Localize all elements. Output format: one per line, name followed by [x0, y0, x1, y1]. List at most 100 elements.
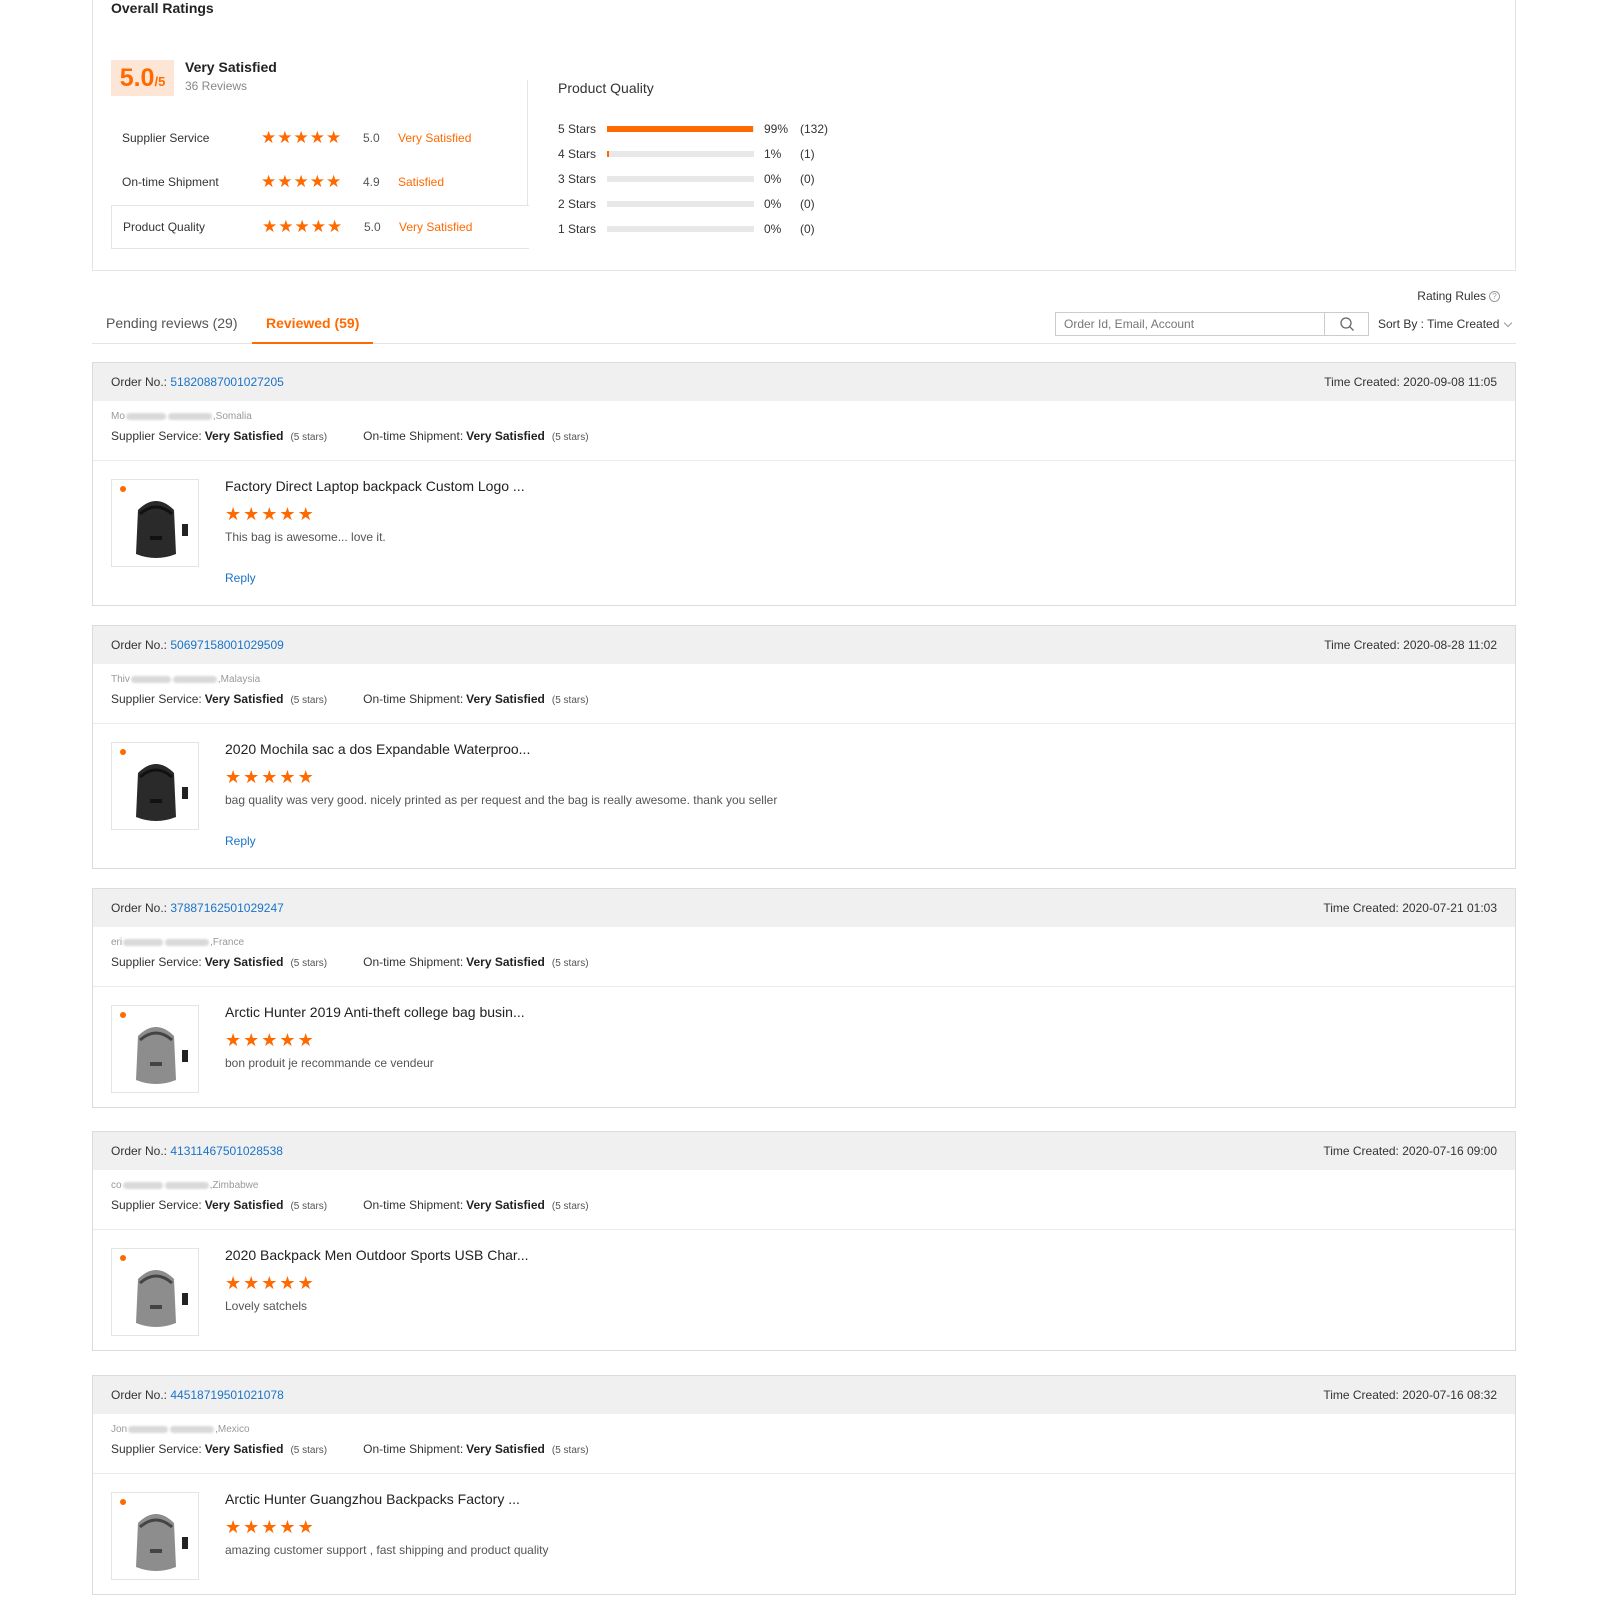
review-card: Order No.: 37887162501029247 Time Create…: [92, 888, 1516, 1108]
product-thumbnail[interactable]: [111, 479, 199, 567]
search-input[interactable]: [1056, 313, 1324, 335]
star-icon: ★: [261, 127, 277, 148]
metric-supplier-service[interactable]: Supplier Service ★ ★ ★ ★ ★ 5.0 Very Satisfie…: [111, 116, 529, 160]
star-icon: ★: [327, 216, 343, 237]
star-icon: ★: [279, 1030, 296, 1051]
reply-link[interactable]: Reply: [225, 834, 256, 848]
order-number-link[interactable]: 41311467501028538: [170, 1144, 283, 1158]
distribution-bar-fill: [607, 126, 753, 132]
distribution-label: 3 Stars: [558, 172, 597, 186]
time-created-label: Time Created:: [1323, 901, 1399, 915]
distribution-row: 5 Stars 99% (132): [558, 121, 828, 137]
order-number-row: Order No.: 41311467501028538: [111, 1144, 283, 1158]
product-title[interactable]: Arctic Hunter 2019 Anti-theft college ba…: [225, 1004, 525, 1020]
star-icon: ★: [243, 1273, 260, 1294]
ontime-shipment-stars: (5 stars): [551, 695, 589, 706]
buyer-name-prefix: eri: [111, 937, 123, 948]
buyer-country: ,Somalia: [212, 411, 252, 422]
review-body: Arctic Hunter 2019 Anti-theft college ba…: [93, 987, 1515, 1107]
star-icon: ★: [261, 1517, 278, 1538]
distribution-row: 2 Stars 0% (0): [558, 196, 815, 212]
distribution-bar-fill: [607, 151, 609, 157]
search-button[interactable]: [1324, 313, 1368, 335]
tab-reviewed[interactable]: Reviewed (59): [252, 305, 374, 344]
metric-ontime-shipment[interactable]: On-time Shipment ★ ★ ★ ★ ★ 4.9 Satisfied: [111, 160, 529, 204]
order-label: Order No.:: [111, 1388, 168, 1402]
product-title[interactable]: 2020 Backpack Men Outdoor Sports USB Cha…: [225, 1247, 529, 1263]
sort-label: Sort By : Time Created: [1378, 317, 1500, 331]
supplier-service-label: Supplier Service:: [111, 1442, 202, 1456]
product-title[interactable]: 2020 Mochila sac a dos Expandable Waterp…: [225, 741, 530, 757]
redacted-text: [123, 939, 164, 946]
time-created-label: Time Created:: [1324, 638, 1400, 652]
metric-value: 5.0: [363, 131, 380, 145]
star-icon: ★: [262, 216, 278, 237]
product-thumbnail[interactable]: [111, 1492, 199, 1580]
order-label: Order No.:: [111, 375, 168, 389]
redacted-text: [165, 939, 210, 946]
review-text: bag quality was very good. nicely printe…: [225, 793, 778, 807]
star-icon: ★: [297, 1030, 314, 1051]
time-created-label: Time Created:: [1323, 1388, 1399, 1402]
ontime-shipment-label: On-time Shipment:: [363, 1442, 464, 1456]
time-created-value: 2020-08-28 11:02: [1403, 638, 1497, 652]
metric-stars: ★ ★ ★ ★ ★: [262, 216, 364, 237]
order-number-link[interactable]: 37887162501029247: [170, 901, 283, 915]
backpack-gray-icon: [112, 1006, 198, 1092]
order-number-link[interactable]: 51820887001027205: [170, 375, 283, 389]
star-icon: ★: [294, 216, 310, 237]
order-number-link[interactable]: 44518719501021078: [170, 1388, 283, 1402]
time-created-value: 2020-09-08 11:05: [1403, 375, 1497, 389]
star-icon: ★: [243, 504, 260, 525]
product-rating-stars: ★ ★ ★ ★ ★: [225, 1519, 314, 1537]
review-card-header: Order No.: 37887162501029247 Time Create…: [93, 889, 1515, 927]
buyer-name: Mo ,Somalia: [111, 411, 1497, 422]
buyer-ratings: Supplier Service: Very Satisfied (5 star…: [111, 1198, 1497, 1212]
metric-label: Very Satisfied: [399, 220, 473, 234]
star-icon: ★: [225, 1273, 242, 1294]
reply-link[interactable]: Reply: [225, 571, 256, 585]
backpack-black-icon: [112, 743, 198, 829]
ontime-shipment-label: On-time Shipment:: [363, 692, 464, 706]
order-number-row: Order No.: 51820887001027205: [111, 375, 284, 389]
distribution-bar: [607, 226, 754, 232]
distribution-percent: 0%: [764, 197, 782, 211]
redacted-text: [167, 413, 212, 420]
review-body: Arctic Hunter Guangzhou Backpacks Factor…: [93, 1474, 1515, 1594]
product-rating-stars: ★ ★ ★ ★ ★: [225, 1275, 314, 1293]
time-created-value: 2020-07-16 08:32: [1402, 1388, 1497, 1402]
product-thumbnail[interactable]: [111, 742, 199, 830]
metric-value: 5.0: [364, 220, 381, 234]
star-icon: ★: [243, 1030, 260, 1051]
product-rating-stars: ★ ★ ★ ★ ★: [225, 1032, 314, 1050]
star-icon: ★: [326, 171, 342, 192]
star-icon: ★: [278, 216, 294, 237]
buyer-ratings: Supplier Service: Very Satisfied (5 star…: [111, 429, 1497, 443]
sort-dropdown[interactable]: Sort By : Time Created: [1378, 317, 1513, 331]
star-icon: ★: [279, 1273, 296, 1294]
product-title[interactable]: Factory Direct Laptop backpack Custom Lo…: [225, 478, 525, 494]
product-thumbnail[interactable]: [111, 1005, 199, 1093]
distribution-percent: 0%: [764, 222, 782, 236]
order-number-link[interactable]: 50697158001029509: [170, 638, 283, 652]
search-icon: [1339, 317, 1354, 331]
star-icon: ★: [279, 767, 296, 788]
product-title[interactable]: Arctic Hunter Guangzhou Backpacks Factor…: [225, 1491, 520, 1507]
metric-label: Very Satisfied: [398, 131, 472, 145]
backpack-gray-icon: [112, 1249, 198, 1335]
star-icon: ★: [293, 171, 309, 192]
buyer-info: co ,Zimbabwe Supplier Service: Very Satis…: [93, 1170, 1515, 1230]
product-rating-stars: ★ ★ ★ ★ ★: [225, 769, 314, 787]
star-icon: ★: [279, 504, 296, 525]
tab-pending-reviews[interactable]: Pending reviews (29): [92, 305, 252, 344]
buyer-info: eri ,France Supplier Service: Very Satisf…: [93, 927, 1515, 987]
product-thumbnail[interactable]: [111, 1248, 199, 1336]
buyer-name-prefix: Jon: [111, 1424, 128, 1435]
overall-score-badge: 5.0 /5: [111, 60, 174, 96]
buyer-info: Mo ,Somalia Supplier Service: Very Satisf…: [93, 401, 1515, 461]
buyer-name-prefix: Mo: [111, 411, 125, 422]
rating-rules-link[interactable]: Rating Rules ?: [1417, 289, 1500, 303]
supplier-service-rating: Very Satisfied: [204, 429, 284, 443]
distribution-percent: 0%: [764, 172, 782, 186]
metric-product-quality[interactable]: Product Quality ★ ★ ★ ★ ★ 5.0 Very Satisfied: [111, 205, 529, 249]
